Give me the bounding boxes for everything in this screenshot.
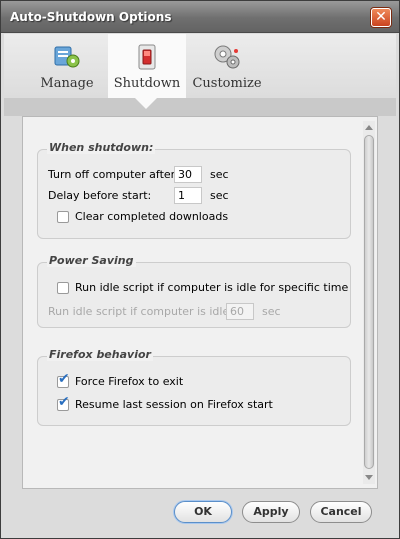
turn-off-row: Turn off computer after:	[48, 166, 179, 184]
checkmark-icon: ✔	[58, 394, 70, 410]
force-exit-checkbox[interactable]: ✔	[57, 372, 70, 388]
scroll-down-arrow-icon[interactable]	[365, 475, 373, 480]
idle-seconds-input[interactable]: 60	[226, 303, 254, 320]
delay-seconds-input[interactable]: 1	[174, 187, 202, 204]
vertical-scrollbar[interactable]	[363, 121, 375, 484]
tab-manage[interactable]: Manage	[32, 34, 102, 98]
options-window: Auto-Shutdown Options ✕ Manage Shutdown	[0, 0, 400, 539]
tab-shutdown-label: Shutdown	[113, 76, 181, 91]
tab-customize[interactable]: Customize	[188, 34, 266, 98]
selected-tab-pointer	[135, 98, 157, 109]
run-idle-label: Run idle script if computer is idle for …	[75, 281, 349, 294]
when-shutdown-title: When shutdown:	[47, 141, 156, 154]
tab-divider	[4, 98, 396, 116]
idle-unit: sec	[262, 305, 281, 318]
power-saving-title: Power Saving	[47, 254, 136, 267]
window-title: Auto-Shutdown Options	[10, 10, 172, 24]
customize-icon	[214, 45, 240, 69]
tab-strip: Manage Shutdown Customize	[4, 34, 396, 98]
settings-panel: When shutdown: Turn off computer after: …	[22, 116, 378, 489]
clear-downloads-label: Clear completed downloads	[75, 210, 229, 223]
turn-off-unit: sec	[210, 168, 229, 181]
power-saving-group: Power Saving Run idle script if computer…	[37, 254, 351, 328]
title-bar[interactable]: Auto-Shutdown Options ✕	[1, 1, 399, 33]
tab-customize-label: Customize	[192, 76, 262, 91]
checkmark-icon: ✔	[58, 371, 70, 387]
firefox-behavior-title: Firefox behavior	[47, 348, 153, 361]
manage-icon	[54, 46, 80, 68]
apply-button[interactable]: Apply	[242, 501, 300, 523]
resume-session-checkbox[interactable]: ✔	[57, 395, 70, 411]
shutdown-icon	[138, 44, 156, 70]
turn-off-label: Turn off computer after:	[48, 168, 179, 181]
scroll-up-arrow-icon[interactable]	[365, 125, 373, 130]
idle-field-label: Run idle script if computer is idle for	[48, 305, 248, 318]
cancel-button[interactable]: Cancel	[310, 501, 372, 523]
delay-row: Delay before start:	[48, 187, 151, 205]
clear-downloads-checkbox[interactable]	[57, 211, 69, 223]
firefox-behavior-group: Firefox behavior ✔ Force Firefox to exit…	[37, 348, 351, 426]
delay-unit: sec	[210, 189, 229, 202]
when-shutdown-group: When shutdown: Turn off computer after: …	[37, 141, 351, 239]
resume-session-label: Resume last session on Firefox start	[75, 398, 273, 411]
turn-off-seconds-input[interactable]: 30	[174, 166, 202, 183]
tab-shutdown[interactable]: Shutdown	[108, 34, 186, 98]
close-button[interactable]: ✕	[371, 8, 391, 27]
run-idle-checkbox[interactable]	[57, 282, 69, 294]
tab-manage-label: Manage	[40, 76, 94, 91]
scroll-thumb[interactable]	[364, 135, 374, 469]
delay-label: Delay before start:	[48, 189, 152, 202]
close-icon: ✕	[375, 9, 387, 25]
ok-button[interactable]: OK	[174, 501, 232, 523]
force-exit-label: Force Firefox to exit	[75, 375, 184, 388]
